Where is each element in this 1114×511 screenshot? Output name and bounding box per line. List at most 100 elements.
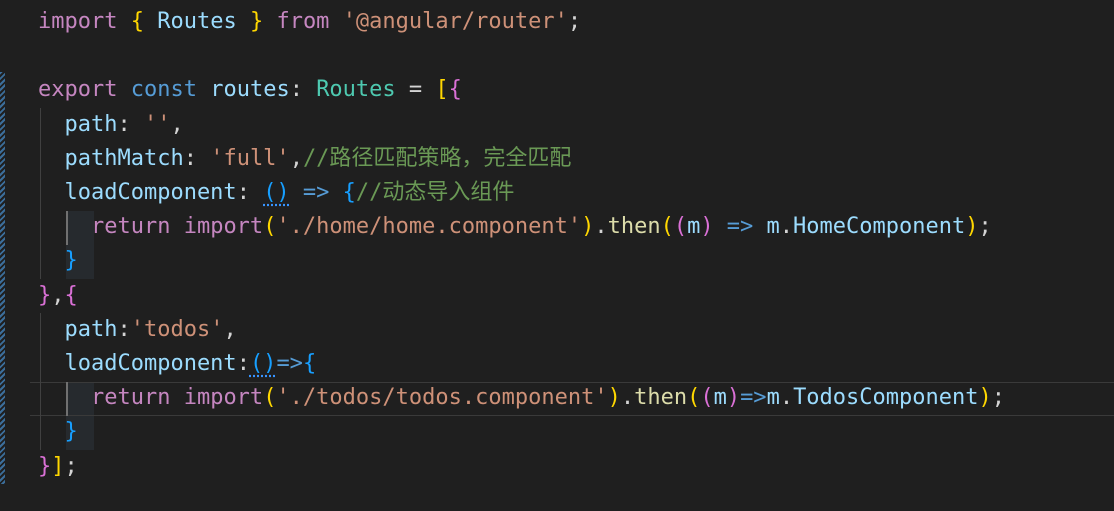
- code-token: m: [713, 385, 727, 411]
- code-token: then: [607, 214, 661, 240]
- code-token: ,: [289, 145, 303, 171]
- code-token: ;: [978, 214, 992, 240]
- code-token: return: [38, 385, 171, 411]
- code-token: }: [38, 282, 52, 308]
- code-token: return: [38, 214, 171, 240]
- code-token: ): [978, 385, 992, 411]
- code-token: '@angular/router': [342, 9, 568, 34]
- code-line[interactable]: return import('./home/home.component').t…: [38, 210, 992, 244]
- code-token: ): [700, 214, 714, 240]
- code-line[interactable]: }: [38, 244, 78, 278]
- code-token: then: [634, 385, 688, 411]
- code-token: .: [779, 385, 794, 411]
- code-line[interactable]: return import('./todos/todos.component')…: [38, 381, 1005, 415]
- code-token: ;: [64, 453, 78, 479]
- code-token: :: [117, 316, 131, 342]
- code-token: {: [64, 282, 78, 308]
- code-token: loadComponent: [38, 180, 237, 205]
- code-token: Routes: [316, 77, 396, 103]
- code-token: export: [38, 77, 118, 103]
- code-token: loadComponent: [38, 351, 237, 376]
- code-token: ): [726, 385, 741, 411]
- code-token: ): [581, 214, 595, 240]
- code-token: '': [143, 111, 171, 137]
- code-token: //路径匹配策略，完全匹配: [302, 145, 572, 171]
- code-token: :: [117, 111, 144, 137]
- code-line[interactable]: loadComponent:()=>{: [38, 347, 316, 381]
- code-token: from: [263, 9, 343, 34]
- code-token: path: [38, 111, 118, 137]
- code-token: :: [236, 351, 250, 376]
- code-token: {: [130, 9, 144, 34]
- code-token: HomeComponent: [793, 214, 966, 240]
- code-token: }: [38, 453, 52, 479]
- code-line[interactable]: },{: [38, 279, 78, 313]
- code-token: import: [183, 385, 264, 411]
- code-token: routes: [196, 77, 290, 103]
- code-token: './home/home.component': [276, 214, 582, 240]
- code-token: ,: [170, 111, 184, 137]
- code-token: m: [766, 214, 780, 240]
- code-token: path: [38, 316, 118, 342]
- code-token: TodosComponent: [793, 385, 979, 411]
- code-line[interactable]: path:'todos',: [38, 313, 237, 347]
- code-token: }: [249, 9, 264, 34]
- code-token: .: [779, 214, 794, 240]
- code-token: //动态导入组件: [355, 180, 515, 205]
- code-token: ,: [223, 316, 237, 342]
- code-token: (): [249, 351, 277, 376]
- code-token: (: [687, 385, 701, 411]
- code-token: =>: [276, 351, 303, 376]
- code-editor[interactable]: import { Routes } from '@angular/router'…: [0, 0, 1114, 511]
- code-token: const: [130, 77, 197, 103]
- code-token: :: [236, 180, 264, 205]
- code-token: (: [660, 214, 674, 240]
- code-token: =>: [713, 214, 767, 240]
- code-token: :: [289, 77, 317, 103]
- code-token: (): [263, 180, 290, 205]
- code-token: (: [673, 214, 688, 240]
- code-line[interactable]: import { Routes } from '@angular/router'…: [38, 5, 581, 39]
- code-line[interactable]: }];: [38, 450, 78, 484]
- code-token: m: [687, 214, 701, 240]
- code-token: ;: [991, 385, 1005, 411]
- code-line[interactable]: }: [38, 415, 78, 449]
- code-token: {: [342, 180, 356, 205]
- code-line[interactable]: export const routes: Routes = [{: [38, 73, 462, 107]
- code-token: (: [700, 385, 714, 411]
- modified-lines-gutter-indicator: [0, 72, 5, 484]
- code-token: ): [965, 214, 979, 240]
- code-token: import: [38, 9, 118, 34]
- code-token: {: [448, 77, 462, 103]
- code-token: [: [435, 77, 449, 103]
- code-token: =>: [740, 385, 767, 411]
- code-token: }: [38, 419, 78, 445]
- code-token: =: [395, 77, 436, 103]
- code-token: ): [607, 385, 621, 411]
- code-line[interactable]: pathMatch: 'full',//路径匹配策略，完全匹配: [38, 142, 571, 176]
- code-token: =>: [289, 180, 343, 205]
- code-token: .: [594, 214, 608, 240]
- code-token: import: [183, 214, 264, 240]
- code-token: ]: [51, 453, 65, 479]
- code-line[interactable]: loadComponent: () => {//动态导入组件: [38, 176, 514, 210]
- code-token: pathMatch: [38, 145, 184, 171]
- code-token: :: [183, 145, 211, 171]
- code-token: ;: [567, 9, 582, 34]
- code-line[interactable]: path: '',: [38, 108, 184, 142]
- code-token: {: [302, 351, 317, 376]
- code-token: (: [263, 214, 277, 240]
- code-token: }: [38, 248, 78, 274]
- code-token: 'todos': [130, 316, 224, 342]
- code-token: Routes: [143, 9, 250, 34]
- code-token: (: [263, 385, 277, 411]
- code-token: m: [766, 385, 780, 411]
- code-token: 'full': [210, 145, 290, 171]
- code-token: './todos/todos.component': [276, 385, 608, 411]
- code-token: .: [620, 385, 635, 411]
- code-token: ,: [51, 282, 65, 308]
